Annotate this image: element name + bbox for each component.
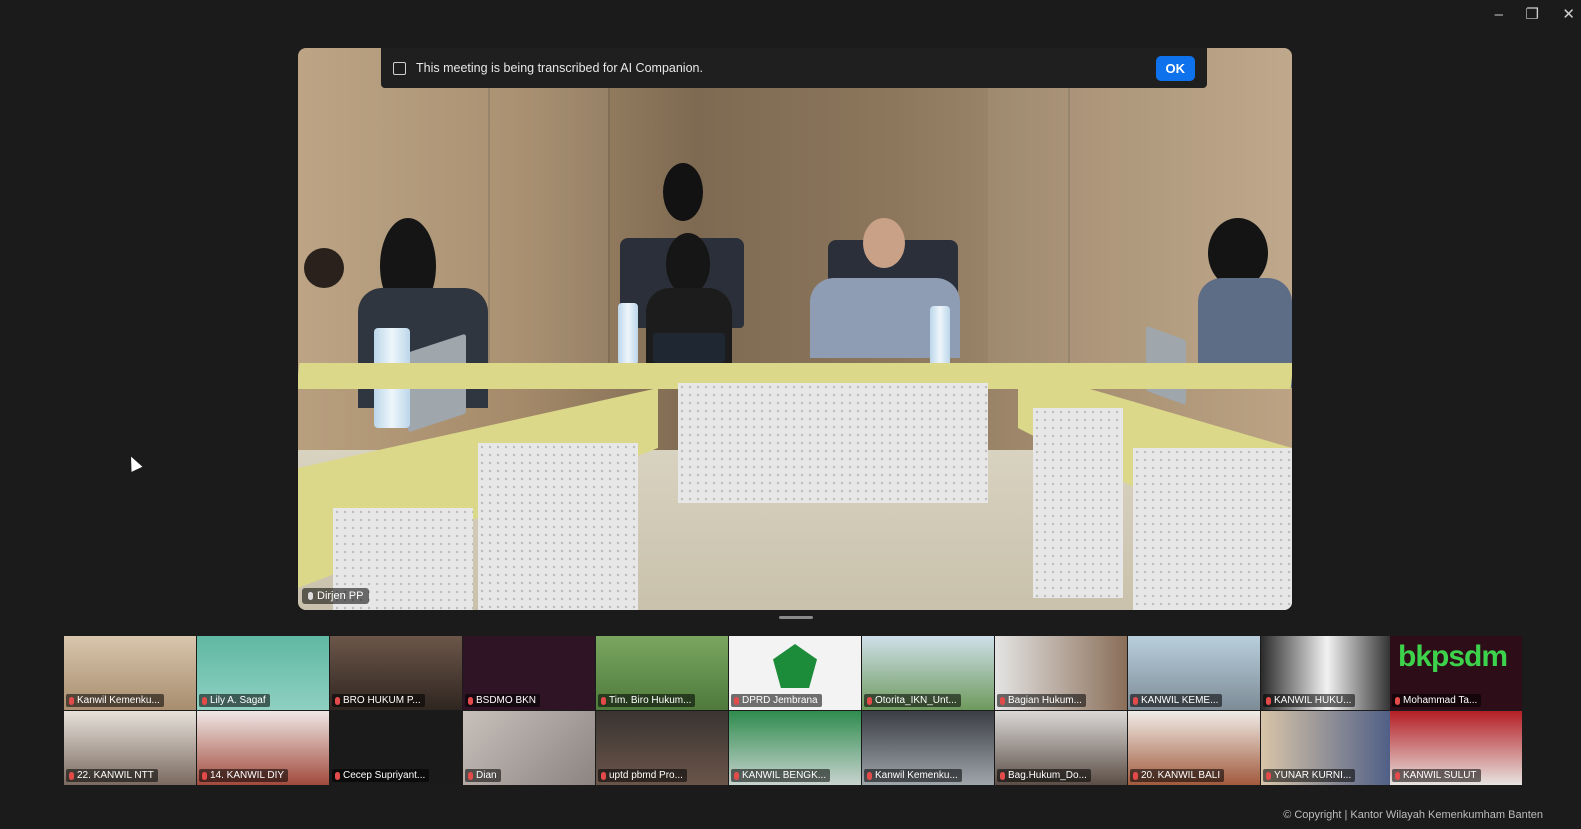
participant-gallery: Kanwil Kemenku... Lily A. Sagaf BRO HUKU… — [64, 636, 1522, 786]
participant-tile[interactable]: Dian — [463, 711, 595, 785]
participant-tile[interactable]: BRO HUKUM P... — [330, 636, 462, 710]
participant-tile[interactable]: Lily A. Sagaf — [197, 636, 329, 710]
participant-tile[interactable]: BSDMO BKN — [463, 636, 595, 710]
active-speaker-video[interactable]: Dirjen PP — [298, 48, 1292, 610]
mic-muted-icon — [69, 696, 74, 705]
microphone-icon — [308, 592, 313, 600]
participant-tile[interactable]: bkpsdm Mohammad Ta... — [1390, 636, 1522, 710]
mic-muted-icon — [601, 771, 606, 780]
speaker-name-tag: Dirjen PP — [302, 588, 370, 604]
mic-muted-icon — [867, 696, 872, 705]
participant-tile[interactable]: uptd pbmd Pro... — [596, 711, 728, 785]
participant-tile[interactable]: Kanwil Kemenku... — [64, 636, 196, 710]
participant-tile[interactable]: KANWIL HUKU... — [1261, 636, 1393, 710]
participant-tile[interactable]: Bag.Hukum_Do... — [995, 711, 1127, 785]
participant-tile[interactable]: DPRD Jembrana — [729, 636, 861, 710]
mic-muted-icon — [1133, 696, 1138, 705]
mic-muted-icon — [468, 696, 473, 705]
mic-muted-icon — [734, 696, 739, 705]
mic-muted-icon — [202, 771, 207, 780]
transcript-icon — [393, 61, 406, 75]
mic-muted-icon — [335, 771, 340, 780]
minimize-icon[interactable]: – — [1495, 6, 1503, 24]
participant-tile[interactable]: 20. KANWIL BALI — [1128, 711, 1260, 785]
participant-tile[interactable]: Kanwil Kemenku... — [862, 711, 994, 785]
participant-tile[interactable]: Otorita_IKN_Unt... — [862, 636, 994, 710]
mic-muted-icon — [1000, 771, 1005, 780]
participant-tile[interactable]: 22. KANWIL NTT — [64, 711, 196, 785]
mic-muted-icon — [1266, 696, 1271, 705]
close-icon[interactable]: ✕ — [1562, 6, 1575, 24]
mic-muted-icon — [69, 771, 74, 780]
participant-tile[interactable]: 14. KANWIL DIY — [197, 711, 329, 785]
mic-muted-icon — [1000, 696, 1005, 705]
participant-tile[interactable]: YUNAR KURNI... — [1261, 711, 1393, 785]
mouse-cursor-icon — [125, 454, 143, 472]
mic-muted-icon — [1395, 771, 1400, 780]
transcription-banner: This meeting is being transcribed for AI… — [381, 48, 1207, 88]
mic-muted-icon — [601, 696, 606, 705]
resize-handle[interactable] — [779, 616, 813, 619]
participant-tile[interactable]: KANWIL BENGK... — [729, 711, 861, 785]
restore-icon[interactable]: ❐ — [1526, 6, 1539, 24]
ok-button[interactable]: OK — [1155, 55, 1195, 81]
mic-muted-icon — [1266, 771, 1271, 780]
mic-muted-icon — [1395, 696, 1400, 705]
participant-tile[interactable]: Tim. Biro Hukum... — [596, 636, 728, 710]
mic-muted-icon — [867, 771, 872, 780]
mic-muted-icon — [734, 771, 739, 780]
participant-tile[interactable]: Bagian Hukum... — [995, 636, 1127, 710]
bkpsdm-logo: bkpsdm — [1398, 640, 1508, 673]
mic-muted-icon — [202, 696, 207, 705]
mic-muted-icon — [468, 771, 473, 780]
banner-text: This meeting is being transcribed for AI… — [416, 61, 703, 75]
participant-tile[interactable]: KANWIL KEME... — [1128, 636, 1260, 710]
mic-muted-icon — [335, 696, 340, 705]
mic-muted-icon — [1133, 771, 1138, 780]
participant-tile[interactable]: KANWIL SULUT — [1390, 711, 1522, 785]
copyright-text: © Copyright | Kantor Wilayah Kemenkumham… — [1283, 809, 1543, 821]
participant-tile[interactable]: Cecep Supriyant... — [330, 711, 462, 785]
